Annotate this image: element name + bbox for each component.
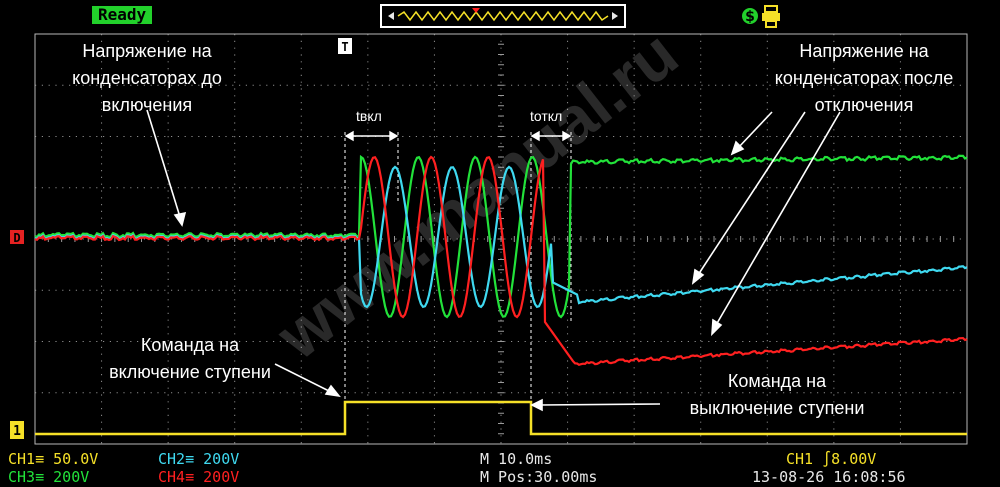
ch3-scale[interactable]: CH3≡ 200V	[8, 469, 89, 486]
trigger-marker[interactable]: T	[338, 38, 352, 54]
ref-channel-marker[interactable]: D	[10, 230, 24, 245]
bottom-readout: CH1≡ 50.0V CH2≡ 200V CH3≡ 200V CH4≡ 200V…	[0, 448, 1000, 487]
main-position[interactable]: M Pos:30.00ms	[480, 469, 597, 486]
ch2-scale[interactable]: CH2≡ 200V	[158, 451, 239, 468]
trigger-level[interactable]: CH1 ∫8.00V	[786, 451, 876, 468]
annotation-cmd-on: Команда на включение ступени	[109, 335, 271, 382]
annotation-before: Напряжение на конденсаторах до включения	[72, 41, 222, 115]
date-time: 13-08-26 16:08:56	[752, 468, 906, 486]
svg-text:T: T	[341, 40, 348, 54]
svg-text:$: $	[745, 9, 755, 25]
status-badge: Ready	[92, 6, 153, 24]
status-icons: $	[742, 5, 780, 28]
t-on-label: tвкл	[356, 108, 382, 124]
ch4-scale[interactable]: CH4≡ 200V	[158, 469, 239, 486]
ch1-scale[interactable]: CH1≡ 50.0V	[8, 451, 98, 468]
save-icon: $	[742, 8, 758, 25]
svg-text:1: 1	[13, 424, 21, 439]
printer-icon	[762, 5, 780, 28]
annotation-cmd-off: Команда на выключение ступени	[689, 371, 865, 418]
ch1-marker[interactable]: 1	[10, 421, 24, 439]
top-status-bar: Ready $	[0, 0, 1000, 32]
svg-text:D: D	[13, 231, 20, 245]
annotation-after: Напряжение на конденсаторах после отключ…	[774, 41, 954, 115]
t-off-label: tоткл	[530, 108, 563, 124]
timebase[interactable]: M 10.0ms	[480, 451, 552, 468]
trigger-position-icon	[380, 4, 626, 28]
